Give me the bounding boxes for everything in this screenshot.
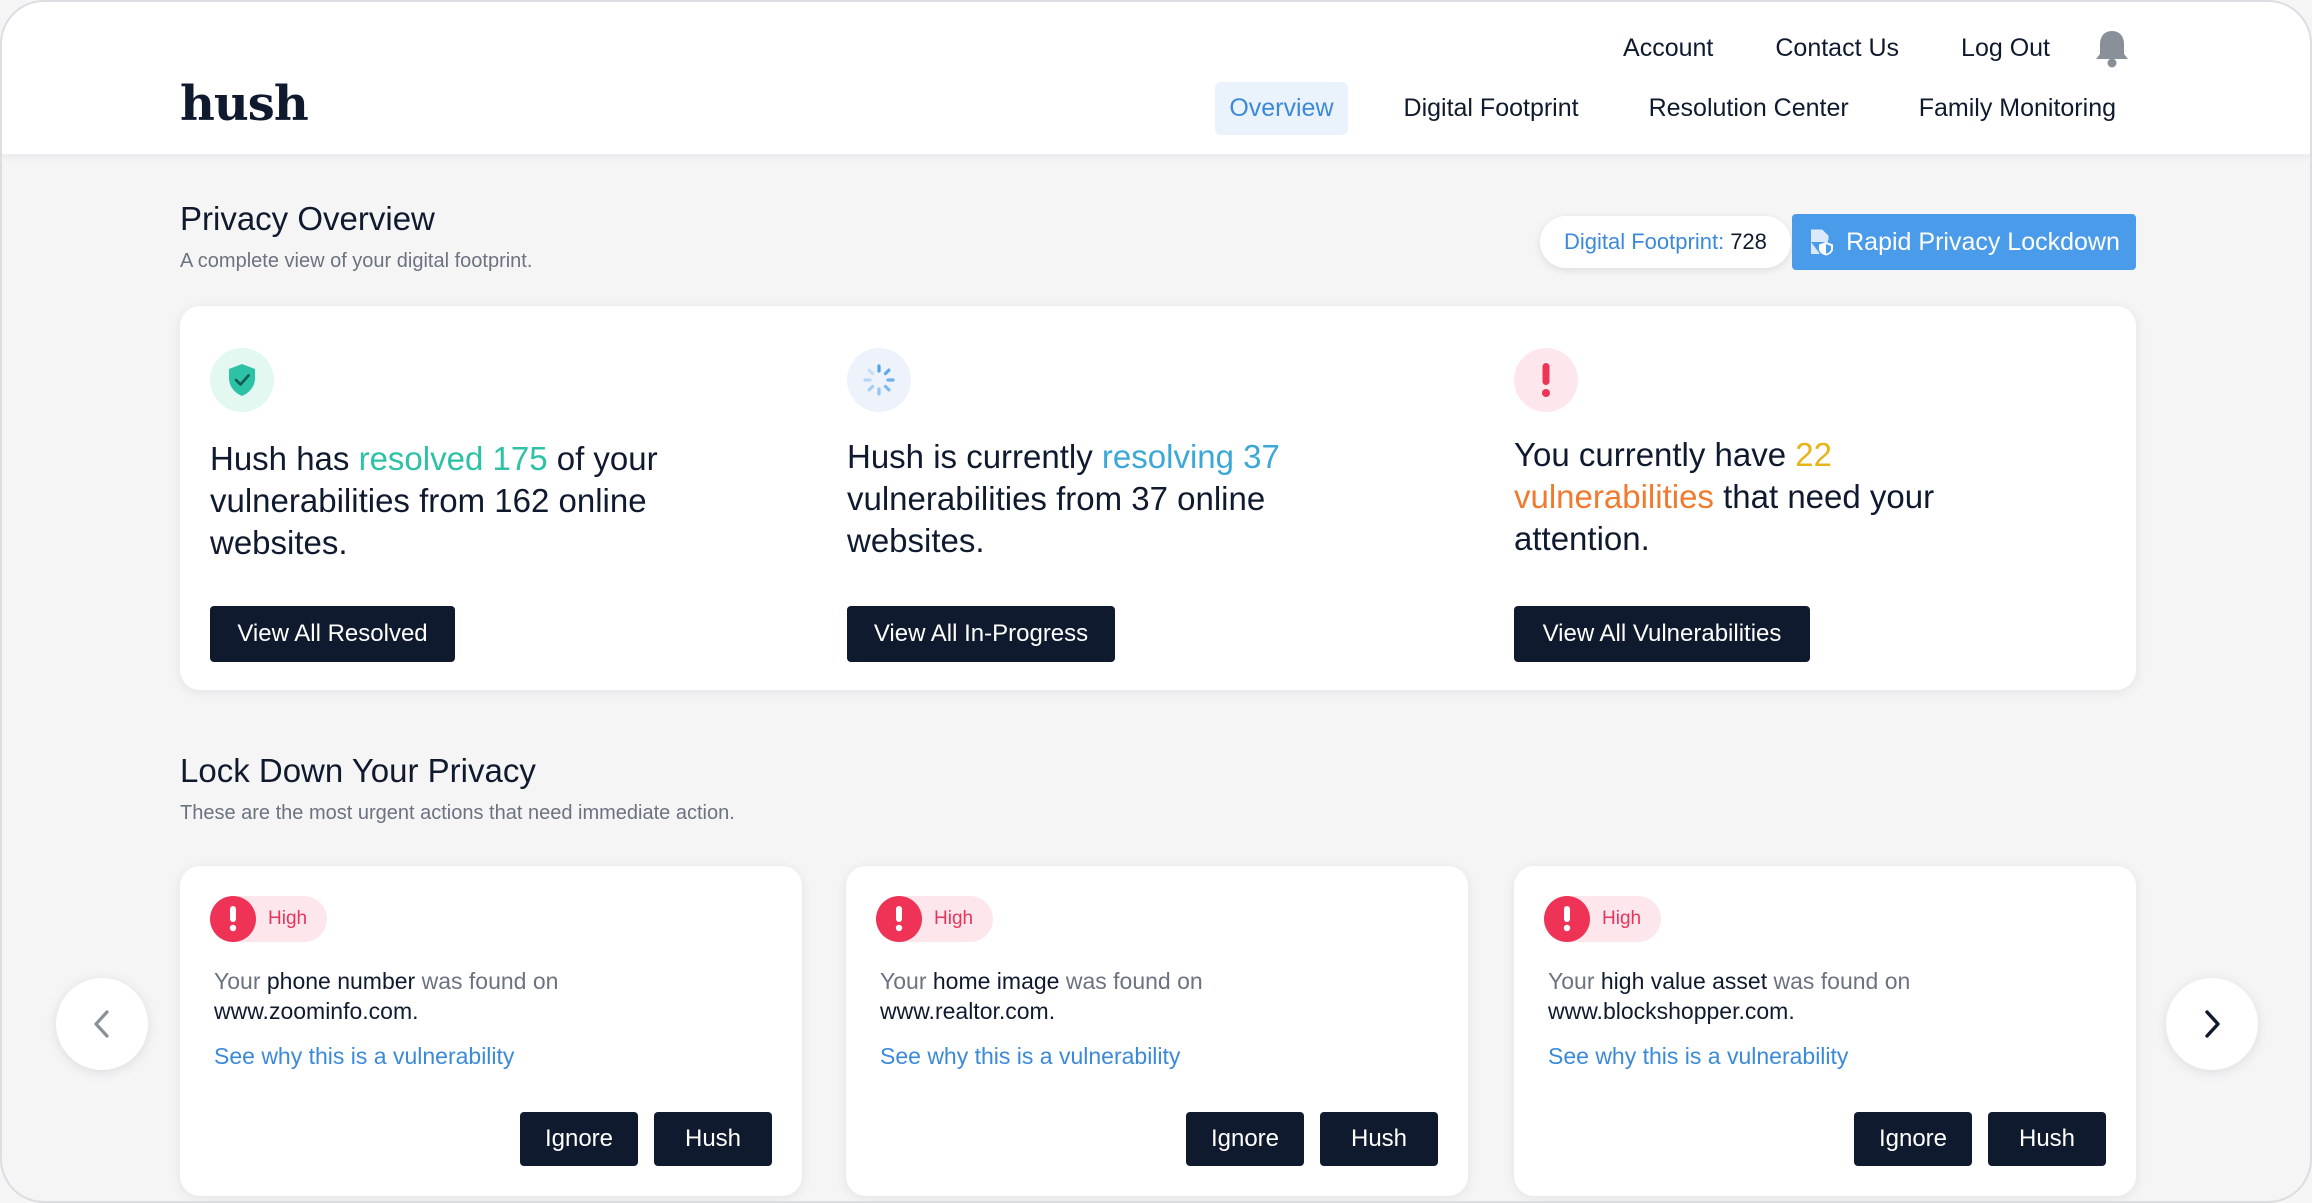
tab-resolution-center[interactable]: Resolution Center xyxy=(1635,82,1863,135)
overview-card: Hush has resolved 175 of your vulnerabil… xyxy=(180,306,2136,690)
vulnerability-info-link[interactable]: See why this is a vulnerability xyxy=(880,1043,1180,1070)
resolved-count: resolved 175 xyxy=(358,440,548,477)
alert-icon xyxy=(876,896,922,942)
resolved-summary: Hush has resolved 175 of your vulnerabil… xyxy=(180,306,830,690)
digital-footprint-score: Digital Footprint: 728 xyxy=(1540,216,1791,268)
lockdown-subtitle: These are the most urgent actions that n… xyxy=(180,802,735,824)
footprint-label: Digital Footprint: xyxy=(1564,229,1725,254)
resolved-text: Hush has resolved 175 of your vulnerabil… xyxy=(210,440,658,561)
log-out-link[interactable]: Log Out xyxy=(1961,34,2050,63)
bell-icon[interactable] xyxy=(2094,28,2130,68)
footprint-value: 728 xyxy=(1730,229,1767,254)
hush-button[interactable]: Hush xyxy=(1988,1112,2106,1166)
alert-icon xyxy=(210,896,256,942)
site-name: www.blockshopper.com. xyxy=(1548,998,1795,1024)
view-all-resolved-button[interactable]: View All Resolved xyxy=(210,606,455,662)
view-all-in-progress-button[interactable]: View All In-Progress xyxy=(847,606,1115,662)
chevron-right-icon xyxy=(2205,1010,2220,1038)
tab-overview[interactable]: Overview xyxy=(1215,82,1348,135)
finding-text: Your high value asset was found on www.bl… xyxy=(1548,968,1911,1024)
chevron-left-icon xyxy=(94,1010,109,1038)
action-card: High Your home image was found on www.rea… xyxy=(846,866,1468,1196)
tab-digital-footprint[interactable]: Digital Footprint xyxy=(1390,82,1593,135)
rapid-privacy-lockdown-button[interactable]: Rapid Privacy Lockdown xyxy=(1792,214,2136,270)
vulnerability-info-link[interactable]: See why this is a vulnerability xyxy=(214,1043,514,1070)
site-name: www.realtor.com. xyxy=(880,998,1056,1024)
action-card: High Your high value asset was found on w… xyxy=(1514,866,2136,1196)
header: hush Account Contact Us Log Out Overview… xyxy=(2,2,2310,154)
lockdown-label: Rapid Privacy Lockdown xyxy=(1846,227,2120,256)
main-nav: Overview Digital Footprint Resolution Ce… xyxy=(1173,82,2130,135)
in-progress-summary: Hush is currently resolving 37 vulnerabi… xyxy=(847,306,1497,690)
lockdown-title: Lock Down Your Privacy xyxy=(180,752,536,789)
ignore-button[interactable]: Ignore xyxy=(1186,1112,1304,1166)
resolving-count: resolving 37 xyxy=(1101,438,1280,475)
carousel-next-button[interactable] xyxy=(2166,978,2258,1070)
contact-us-link[interactable]: Contact Us xyxy=(1775,34,1899,63)
privacy-overview-title: Privacy Overview xyxy=(180,200,435,237)
privacy-overview-subtitle: A complete view of your digital footprin… xyxy=(180,250,533,272)
hush-button[interactable]: Hush xyxy=(654,1112,772,1166)
ignore-button[interactable]: Ignore xyxy=(520,1112,638,1166)
carousel-prev-button[interactable] xyxy=(56,978,148,1070)
finding-text: Your home image was found on www.realtor.… xyxy=(880,968,1203,1024)
severity-badge: High xyxy=(1544,896,1662,942)
app-window: hush Account Contact Us Log Out Overview… xyxy=(0,0,2312,1203)
severity-badge: High xyxy=(876,896,994,942)
finding-text: Your phone number was found on www.zoomin… xyxy=(214,968,559,1024)
top-links: Account Contact Us Log Out xyxy=(1561,28,2130,68)
hush-button[interactable]: Hush xyxy=(1320,1112,1438,1166)
vulnerabilities-summary: You currently have 22 vulnerabilities th… xyxy=(1514,306,2136,690)
vulnerability-count: 22 xyxy=(1795,436,1833,473)
ignore-button[interactable]: Ignore xyxy=(1854,1112,1972,1166)
view-all-vulnerabilities-button[interactable]: View All Vulnerabilities xyxy=(1514,606,1810,662)
account-link[interactable]: Account xyxy=(1623,34,1713,63)
alert-icon xyxy=(1544,896,1590,942)
vulnerability-info-link[interactable]: See why this is a vulnerability xyxy=(1548,1043,1848,1070)
in-progress-text: Hush is currently resolving 37 vulnerabi… xyxy=(847,438,1280,559)
vulnerabilities-text: You currently have 22 vulnerabilities th… xyxy=(1514,436,1935,557)
tab-family-monitoring[interactable]: Family Monitoring xyxy=(1905,82,2130,135)
logo[interactable]: hush xyxy=(180,76,309,132)
action-card: High Your phone number was found on www.z… xyxy=(180,866,802,1196)
exclamation-icon xyxy=(1514,348,1578,412)
severity-badge: High xyxy=(210,896,328,942)
site-name: www.zoominfo.com. xyxy=(214,998,419,1024)
document-shield-icon xyxy=(1811,229,1834,256)
spinner-icon xyxy=(847,348,911,412)
shield-check-icon xyxy=(210,348,274,412)
